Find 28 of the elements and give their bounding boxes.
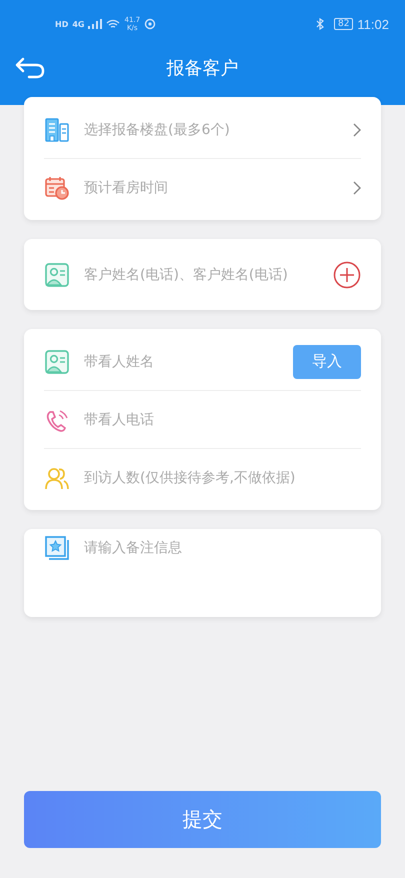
import-button[interactable]: 导入 [293,344,361,378]
clock: 11:02 [357,16,389,32]
submit-button[interactable]: 提交 [24,791,381,848]
calendar-clock-icon [44,174,70,200]
input-field[interactable]: 到访人数(仅供接待参考,不做依据) [84,470,361,486]
chevron-right-icon [353,180,361,194]
input-field[interactable]: 客户姓名(电话)、客户姓名(电话) [84,266,319,282]
battery-indicator: 82 [334,18,354,30]
back-button[interactable] [14,56,46,80]
select-field[interactable]: 选择报备楼盘(最多6个) [84,120,339,138]
remarks-field[interactable]: 请输入备注信息 [24,529,381,617]
wifi-icon [106,19,120,29]
add-button[interactable] [333,260,361,288]
page-title: 报备客户 [166,57,238,80]
plus-circle-icon [333,260,361,288]
contact-card-icon [44,262,70,288]
select-field[interactable]: 预计看房时间 [84,178,339,196]
back-arrow-icon [14,56,46,80]
bluetooth-icon [316,18,324,30]
input-field[interactable]: 带看人姓名 [84,354,279,370]
sync-icon [144,18,156,30]
status-indicator: HD [55,20,68,28]
input-field[interactable]: 带看人电话 [84,412,361,428]
contact-card-icon [44,348,70,374]
status-indicator: 4G [72,20,84,28]
building-icon [44,116,70,142]
chevron-right-icon [353,122,361,136]
signal-icon [88,19,102,29]
